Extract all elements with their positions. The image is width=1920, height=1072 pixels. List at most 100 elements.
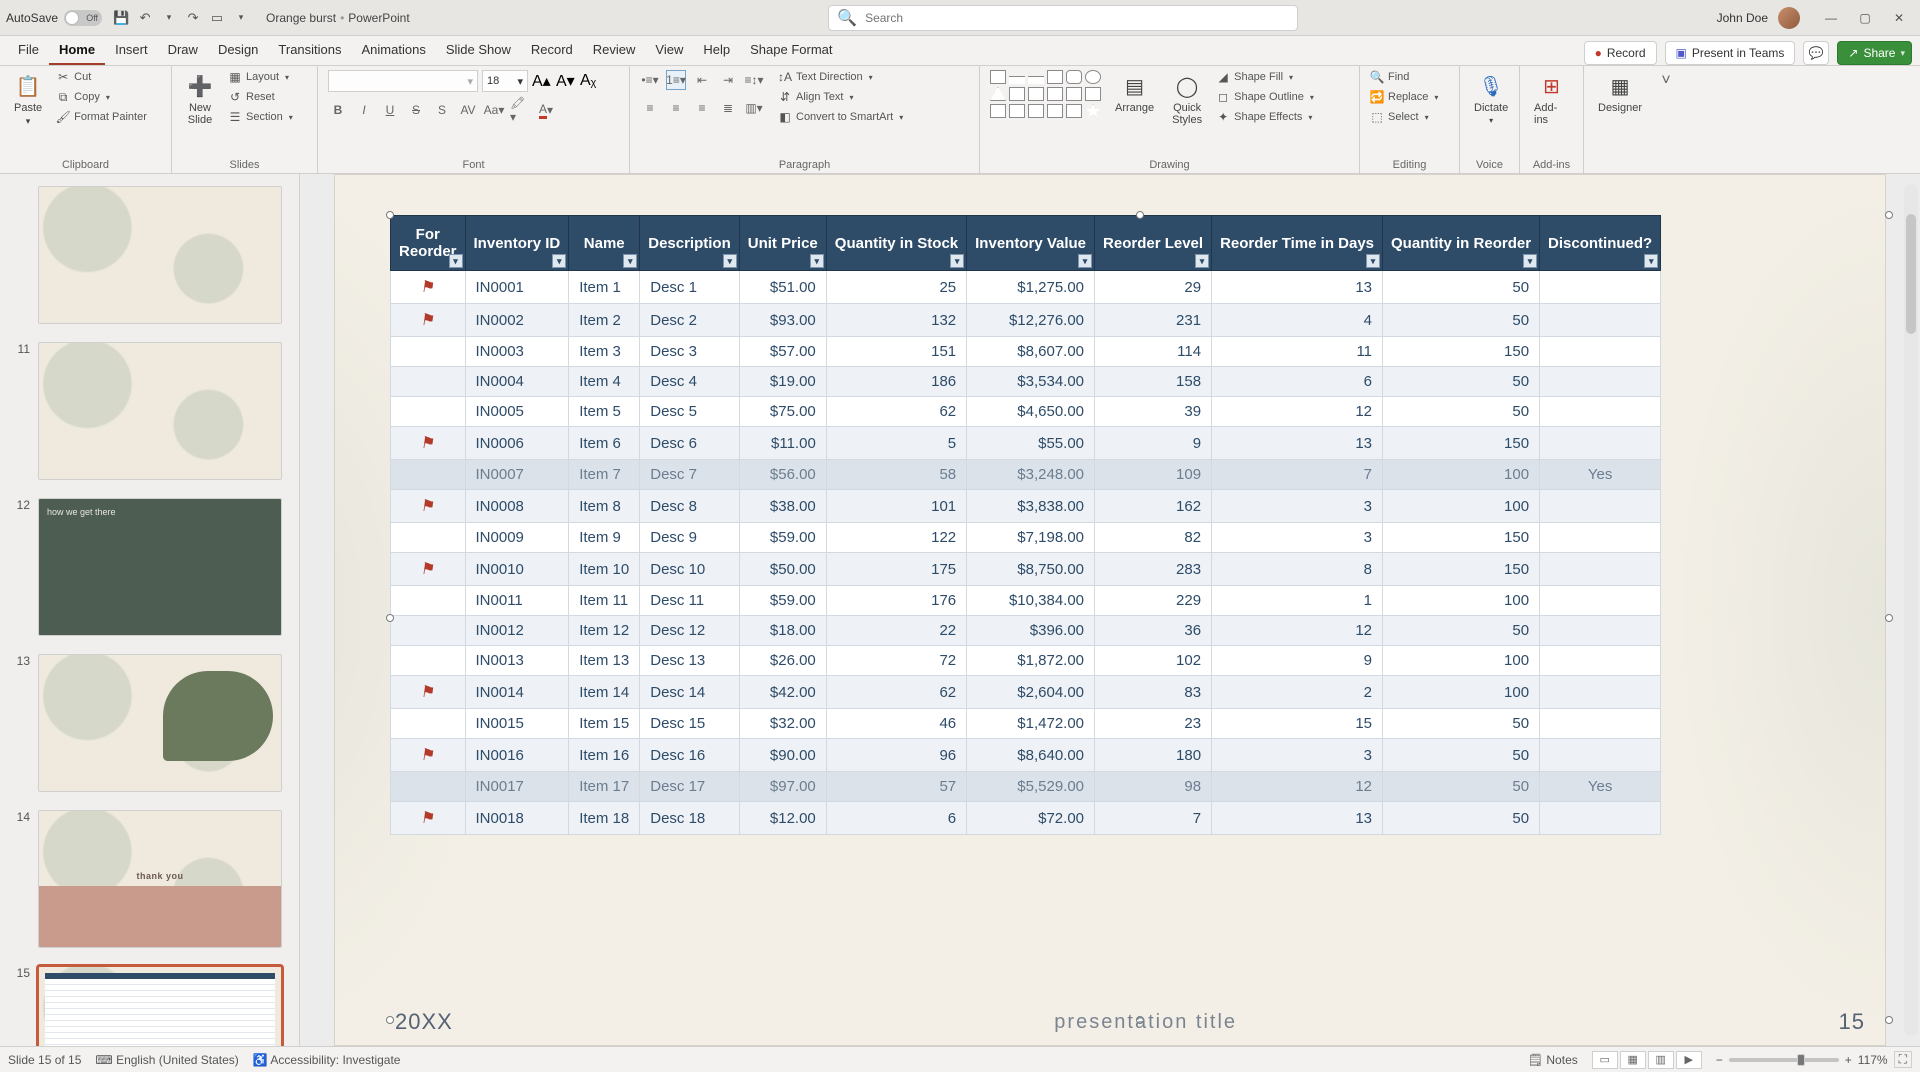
paste-dropdown-icon[interactable]: ▾ [26, 116, 31, 127]
table-cell[interactable]: $19.00 [739, 367, 826, 397]
strikethrough-icon[interactable]: S [406, 100, 426, 120]
font-color-icon[interactable]: A▾ [536, 100, 556, 120]
table-cell[interactable]: ⚑ [391, 304, 466, 337]
table-cell[interactable]: 98 [1095, 772, 1212, 802]
table-cell[interactable]: $18.00 [739, 616, 826, 646]
table-cell[interactable]: 13 [1212, 271, 1383, 304]
filter-dropdown-icon[interactable]: ▾ [1644, 254, 1658, 268]
slide-thumbnail[interactable] [38, 186, 282, 324]
table-header-cell[interactable]: Inventory ID▾ [465, 216, 569, 271]
table-cell[interactable]: IN0004 [465, 367, 569, 397]
table-cell[interactable] [1540, 739, 1661, 772]
table-cell[interactable]: 22 [826, 616, 966, 646]
table-cell[interactable]: $75.00 [739, 397, 826, 427]
table-cell[interactable]: Item 3 [569, 337, 640, 367]
chevron-down-icon[interactable]: ▾ [1425, 113, 1429, 122]
table-cell[interactable]: 50 [1383, 616, 1540, 646]
table-cell[interactable] [1540, 304, 1661, 337]
table-cell[interactable]: Yes [1540, 460, 1661, 490]
new-slide-button[interactable]: ➕ New Slide [182, 70, 218, 128]
table-header-cell[interactable]: Quantity in Stock▾ [826, 216, 966, 271]
table-cell[interactable]: 100 [1383, 586, 1540, 616]
language-status[interactable]: ⌨ English (United States) [95, 1053, 238, 1067]
table-cell[interactable]: 3 [1212, 739, 1383, 772]
table-cell[interactable]: Desc 18 [640, 802, 740, 835]
table-cell[interactable]: 23 [1095, 709, 1212, 739]
table-cell[interactable]: $2,604.00 [967, 676, 1095, 709]
fit-to-window-icon[interactable]: ⛶ [1894, 1051, 1912, 1068]
zoom-in-button[interactable]: + [1845, 1053, 1852, 1067]
table-cell[interactable]: $59.00 [739, 586, 826, 616]
table-row[interactable]: ⚑IN0014Item 14Desc 14$42.0062$2,604.0083… [391, 676, 1661, 709]
table-cell[interactable]: IN0017 [465, 772, 569, 802]
table-cell[interactable]: 7 [1212, 460, 1383, 490]
font-family-combo[interactable]: ▾ [328, 70, 478, 92]
table-cell[interactable]: ⚑ [391, 676, 466, 709]
table-cell[interactable]: 11 [1212, 337, 1383, 367]
table-cell[interactable] [391, 397, 466, 427]
filter-dropdown-icon[interactable]: ▾ [1078, 254, 1092, 268]
align-text-button[interactable]: ⇵Align Text▾ [778, 90, 903, 104]
text-direction-button[interactable]: ↕AText Direction▾ [778, 70, 903, 84]
table-header-cell[interactable]: Inventory Value▾ [967, 216, 1095, 271]
chevron-down-icon[interactable]: ▾ [1308, 113, 1312, 122]
table-cell[interactable] [1540, 709, 1661, 739]
table-cell[interactable]: 7 [1095, 802, 1212, 835]
autosave-toggle[interactable]: AutoSave Off [6, 10, 102, 26]
collapse-ribbon-button[interactable]: ˅ [1656, 66, 1676, 173]
slide-thumbnail[interactable]: areas of focus [38, 342, 282, 480]
slide[interactable]: For Reorder▾Inventory ID▾Name▾Descriptio… [335, 175, 1885, 1045]
shape-fill-button[interactable]: ◢Shape Fill▾ [1216, 70, 1314, 84]
table-cell[interactable]: 158 [1095, 367, 1212, 397]
tab-record[interactable]: Record [521, 36, 583, 65]
scrollbar-thumb[interactable] [1906, 214, 1916, 334]
table-row[interactable]: IN0004Item 4Desc 4$19.00186$3,534.001586… [391, 367, 1661, 397]
table-cell[interactable]: $11.00 [739, 427, 826, 460]
table-cell[interactable]: 180 [1095, 739, 1212, 772]
table-cell[interactable]: Item 5 [569, 397, 640, 427]
table-cell[interactable]: 12 [1212, 397, 1383, 427]
table-header-cell[interactable]: Unit Price▾ [739, 216, 826, 271]
table-cell[interactable]: 3 [1212, 490, 1383, 523]
table-cell[interactable]: $3,838.00 [967, 490, 1095, 523]
table-cell[interactable]: 9 [1212, 646, 1383, 676]
table-cell[interactable]: 150 [1383, 523, 1540, 553]
convert-smartart-button[interactable]: ◧Convert to SmartArt▾ [778, 110, 903, 124]
table-header-cell[interactable]: Reorder Time in Days▾ [1212, 216, 1383, 271]
table-cell[interactable]: Desc 3 [640, 337, 740, 367]
table-row[interactable]: IN0015Item 15Desc 15$32.0046$1,472.00231… [391, 709, 1661, 739]
filter-dropdown-icon[interactable]: ▾ [950, 254, 964, 268]
highlight-icon[interactable]: 🖍▾ [510, 100, 530, 120]
table-cell[interactable]: Desc 1 [640, 271, 740, 304]
table-cell[interactable] [1540, 802, 1661, 835]
align-right-icon[interactable]: ≡ [692, 98, 712, 118]
user-name[interactable]: John Doe [1717, 11, 1768, 25]
table-cell[interactable]: $3,248.00 [967, 460, 1095, 490]
table-cell[interactable]: Desc 7 [640, 460, 740, 490]
table-cell[interactable]: 100 [1383, 490, 1540, 523]
chevron-down-icon[interactable]: ▾ [467, 75, 473, 88]
restore-button[interactable]: ▢ [1850, 7, 1880, 29]
table-cell[interactable]: Desc 11 [640, 586, 740, 616]
table-cell[interactable]: IN0011 [465, 586, 569, 616]
table-cell[interactable]: 50 [1383, 802, 1540, 835]
table-cell[interactable] [1540, 397, 1661, 427]
table-cell[interactable]: IN0006 [465, 427, 569, 460]
shadow-icon[interactable]: S [432, 100, 452, 120]
record-mode-button[interactable]: ● Record [1584, 41, 1657, 65]
table-cell[interactable]: IN0012 [465, 616, 569, 646]
format-painter-button[interactable]: 🖌Format Painter [56, 110, 147, 124]
table-cell[interactable]: $90.00 [739, 739, 826, 772]
cut-button[interactable]: ✂Cut [56, 70, 147, 84]
table-cell[interactable]: 132 [826, 304, 966, 337]
slide-thumbnail[interactable]: how we get there [38, 498, 282, 636]
filter-dropdown-icon[interactable]: ▾ [810, 254, 824, 268]
table-cell[interactable]: 15 [1212, 709, 1383, 739]
share-button[interactable]: ↗ Share ▾ [1837, 41, 1912, 65]
table-cell[interactable]: ⚑ [391, 739, 466, 772]
table-cell[interactable]: 50 [1383, 772, 1540, 802]
present-in-teams-button[interactable]: ▣ Present in Teams [1665, 41, 1796, 65]
zoom-out-button[interactable]: − [1716, 1053, 1723, 1067]
tab-design[interactable]: Design [208, 36, 268, 65]
table-cell[interactable]: 12 [1212, 616, 1383, 646]
